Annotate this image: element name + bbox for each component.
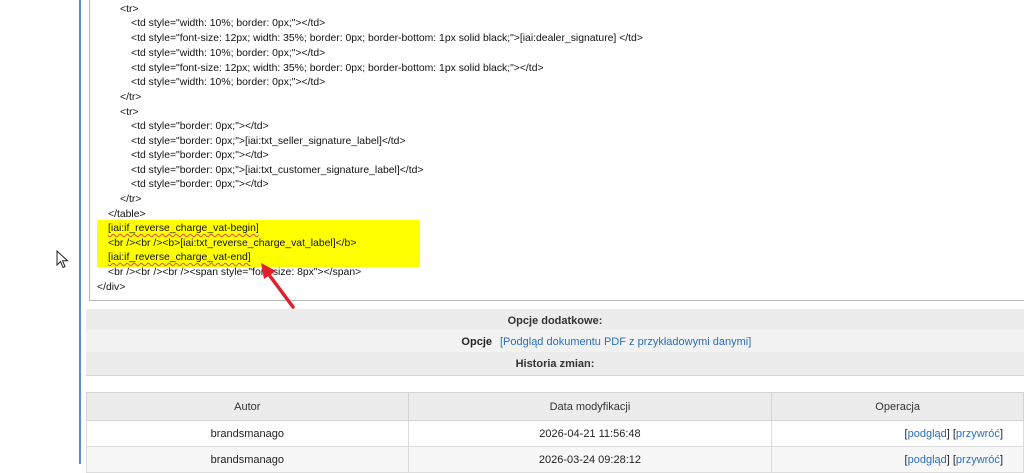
code-line: <td style="border: 0px;">[iai:txt_seller… — [131, 136, 406, 147]
code-line: <td style="font-size: 12px; width: 35%; … — [131, 33, 643, 44]
code-line: <br /><br /><b>[iai:txt_reverse_charge_v… — [108, 238, 357, 249]
column-header-author: Autor — [86, 392, 409, 421]
operation-cell: [podgląd] [przywróć] — [771, 446, 1024, 473]
code-line: <td style="border: 0px;"></td> — [131, 150, 269, 161]
history-table-header: Autor Data modyfikacji Operacja — [86, 392, 1024, 421]
code-line: <tr> — [120, 4, 139, 15]
code-line: [iai:if_reverse_charge_vat-end] — [108, 252, 251, 263]
code-line: <td style="border: 0px;"></td> — [131, 121, 269, 132]
options-row: Opcje [Podgląd dokumentu PDF z przykłado… — [86, 330, 1024, 354]
history-panel-header: Historia zmian: — [86, 352, 1024, 376]
preview-link[interactable]: podgląd — [908, 428, 947, 440]
code-line: <td style="border: 0px;"></td> — [131, 179, 269, 190]
author-cell: brandsmanago — [86, 420, 409, 447]
bracket-text: ] — [999, 427, 1003, 440]
column-header-date: Data modyfikacji — [407, 392, 773, 421]
options-label: Opcje — [461, 336, 492, 348]
mouse-cursor-icon — [56, 250, 69, 269]
code-line: <td style="font-size: 12px; width: 35%; … — [131, 63, 544, 74]
code-line: </div> — [97, 282, 126, 293]
author-cell: brandsmanago — [86, 446, 409, 473]
table-row: brandsmanago 2026-03-24 09:28:12 [podglą… — [86, 446, 1024, 473]
code-line: <td style="border: 0px;">[iai:txt_custom… — [131, 165, 424, 176]
page-left-border — [79, 0, 81, 464]
date-cell: 2026-03-24 09:28:12 — [407, 446, 773, 473]
code-line: <tr> — [120, 107, 139, 118]
restore-link[interactable]: przywróć — [956, 428, 1000, 440]
red-arrow-icon — [261, 263, 295, 309]
code-line: <td style="width: 10%; border: 0px;"></t… — [131, 18, 326, 29]
code-line: </tr> — [120, 194, 142, 205]
code-line: <td style="width: 10%; border: 0px;"></t… — [131, 77, 326, 88]
code-line: [iai:if_reverse_charge_vat-begin] — [108, 223, 259, 234]
column-header-operation: Operacja — [771, 392, 1024, 421]
bracket-text: ] [ — [946, 427, 956, 440]
operation-cell: [podgląd] [przywróć] — [771, 420, 1024, 447]
code-line: <br /><br /><br /><span style="font-size… — [108, 267, 362, 278]
code-line: <td style="width: 10%; border: 0px;"></t… — [131, 48, 326, 59]
code-line: </tr> — [120, 92, 142, 103]
code-line: </table> — [108, 209, 146, 220]
history-panel-title: Historia zmian: — [515, 358, 595, 370]
history-table: Autor Data modyfikacji Operacja brandsma… — [86, 392, 1024, 473]
pdf-preview-link[interactable]: [Podgląd dokumentu PDF z przykładowymi d… — [500, 330, 751, 354]
table-row: brandsmanago 2026-04-21 11:56:48 [podglą… — [86, 420, 1024, 447]
date-cell: 2026-04-21 11:56:48 — [407, 420, 773, 447]
